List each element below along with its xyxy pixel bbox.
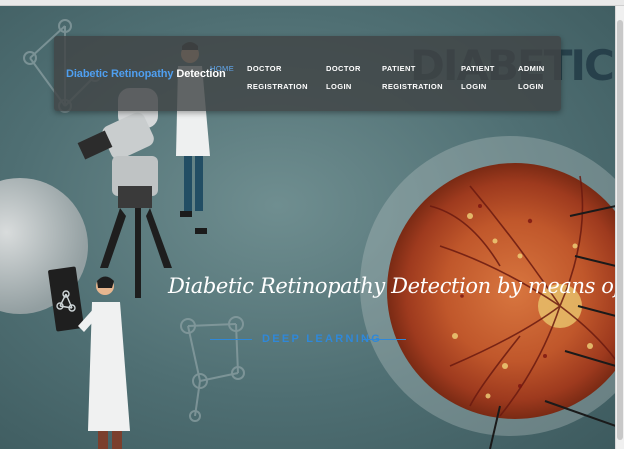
nav-item-home[interactable]: HOME [210, 60, 234, 78]
navbar: Diabetic Retinopathy Detection HOME DOCT… [54, 36, 561, 111]
doctor-figure-bottom [78, 276, 130, 449]
scrollbar-thumb[interactable] [617, 20, 623, 440]
nav-item-doctor-registration[interactable]: DOCTOR REGISTRATION [247, 60, 308, 96]
hero-section: DIABETIC RET Diabetic Retinopathy Detect… [0, 6, 616, 449]
subtitle-line-right [362, 339, 406, 340]
hero-tagline: Diabetic Retinopathy Detection by means … [168, 274, 616, 298]
brand-logo[interactable]: Diabetic Retinopathy Detection [66, 68, 226, 80]
nav-item-patient-login[interactable]: PATIENT LOGIN [461, 60, 495, 96]
nav-item-doctor-login[interactable]: DOCTOR LOGIN [326, 60, 361, 96]
vertical-scrollbar[interactable] [615, 6, 624, 449]
subtitle-line-left [210, 339, 252, 340]
nav-item-admin-login[interactable]: ADMIN LOGIN [518, 60, 545, 96]
network-graphic-bottom [180, 316, 245, 422]
nav-item-patient-registration[interactable]: PATIENT REGISTRATION [382, 60, 443, 96]
robot-arm-graphic [77, 88, 172, 298]
brand-text-primary: Diabetic Retinopathy [66, 68, 174, 80]
browser-viewport: DIABETIC RET Diabetic Retinopathy Detect… [0, 0, 624, 449]
